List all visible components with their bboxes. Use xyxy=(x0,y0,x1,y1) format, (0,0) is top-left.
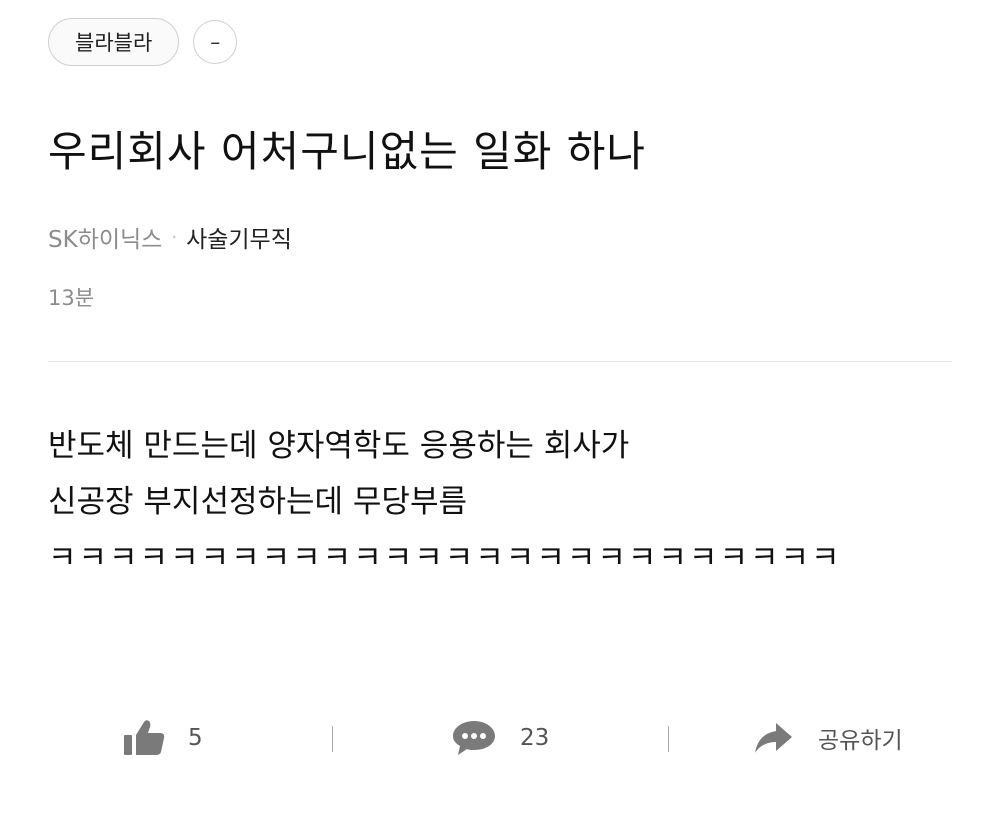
body-line: 신공장 부지선정하는데 무당부름 xyxy=(48,484,467,520)
comment-count: 23 xyxy=(520,725,550,751)
thumbs-up-icon xyxy=(122,718,168,758)
action-separator xyxy=(332,726,333,752)
action-separator xyxy=(668,726,669,752)
share-arrow-icon xyxy=(752,720,794,756)
meta-separator: · xyxy=(171,226,178,248)
speech-bubble-icon xyxy=(450,718,498,758)
category-tag-label: 블라블라 xyxy=(75,31,153,55)
like-button[interactable]: 5 xyxy=(122,706,203,770)
share-label: 공유하기 xyxy=(818,728,903,754)
action-bar: 5 23 공유하기 xyxy=(0,706,1000,770)
tag-row: 블라블라 – xyxy=(48,18,238,66)
category-tag[interactable]: 블라블라 xyxy=(48,18,180,66)
company-name[interactable]: SK하이닉스 xyxy=(48,220,162,254)
more-button[interactable]: – xyxy=(193,20,238,64)
share-button[interactable]: 공유하기 xyxy=(752,706,903,770)
post-title: 우리회사 어처구니없는 일화 하나 xyxy=(48,127,647,176)
like-count: 5 xyxy=(188,725,203,751)
post-body: 반도체 만드는데 양자역학도 응용하는 회사가 신공장 부지선정하는데 무당부름… xyxy=(48,418,842,586)
body-line: ㅋㅋㅋㅋㅋㅋㅋㅋㅋㅋㅋㅋㅋㅋㅋㅋㅋㅋㅋㅋㅋㅋㅋㅋㅋㅋ xyxy=(48,540,842,576)
body-line: 반도체 만드는데 양자역학도 응용하는 회사가 xyxy=(48,428,630,464)
comment-button[interactable]: 23 xyxy=(450,706,549,770)
post-meta: SK하이닉스 · 사술기무직 xyxy=(48,220,292,254)
job-category: 사술기무직 xyxy=(186,227,292,253)
minus-icon: – xyxy=(210,30,221,54)
post-time: 13분 xyxy=(48,286,95,310)
divider xyxy=(48,361,952,362)
